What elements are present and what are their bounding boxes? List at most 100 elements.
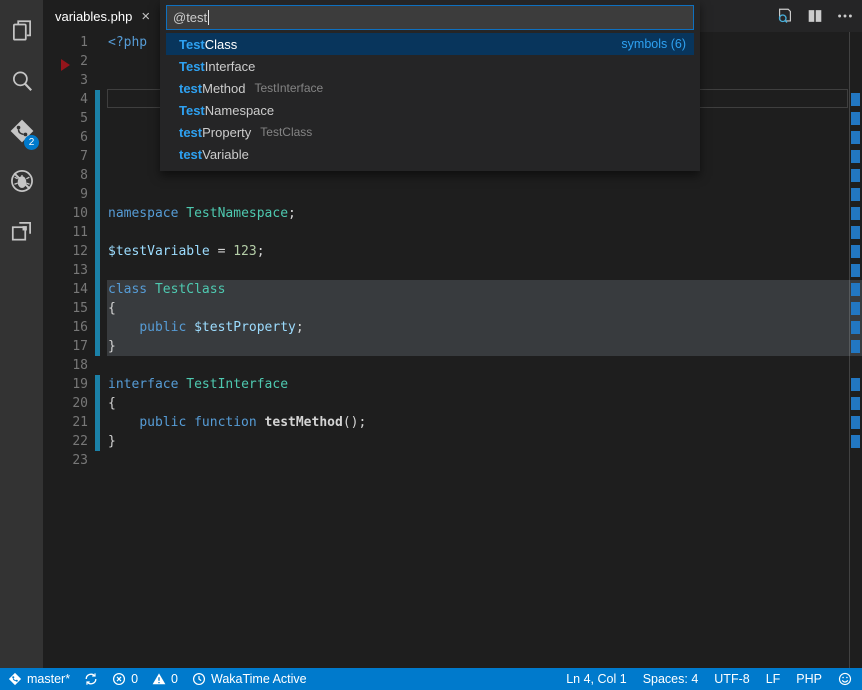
code-line-18[interactable]: 18 [43, 356, 862, 375]
symbol-results-list: TestClasssymbols (6)TestInterfacetestMet… [166, 33, 694, 165]
status-item-cursor-position[interactable]: Ln 4, Col 1 [566, 668, 626, 690]
code-line-13[interactable]: 13 [43, 261, 862, 280]
line-number: 18 [43, 358, 88, 373]
code-line-19[interactable]: 19interface TestInterface [43, 375, 862, 394]
status-item-label: LF [766, 672, 781, 686]
status-item-wakatime[interactable]: WakaTime Active [192, 668, 307, 690]
status-item-label: UTF-8 [714, 672, 749, 686]
line-number: 22 [43, 434, 88, 449]
status-item-eol[interactable]: LF [766, 668, 781, 690]
status-item-encoding[interactable]: UTF-8 [714, 668, 749, 690]
code-line-10[interactable]: 10namespace TestNamespace; [43, 204, 862, 223]
line-content: { [108, 396, 116, 411]
overview-ruler-modified-mark [851, 207, 860, 220]
symbol-container-label: TestClass [260, 125, 312, 139]
activity-bar-item-extensions[interactable] [0, 206, 43, 256]
code-line-23[interactable]: 23 [43, 451, 862, 470]
quick-open-input[interactable]: @test [166, 5, 694, 30]
activity-bar-item-search[interactable] [0, 56, 43, 106]
overview-ruler-modified-mark [851, 150, 860, 163]
line-number: 9 [43, 187, 88, 202]
symbol-result-testMethod[interactable]: testMethodTestInterface [166, 77, 694, 99]
activity-bar-item-debug[interactable] [0, 156, 43, 206]
symbols-count-badge: symbols (6) [621, 37, 686, 51]
status-item-errors[interactable]: 0 [112, 668, 138, 690]
line-number: 16 [43, 320, 88, 335]
status-bar-right: Ln 4, Col 1 Spaces: 4 UTF-8 LF PHP [566, 668, 852, 690]
status-item-git-branch[interactable]: master* [8, 668, 70, 690]
status-item-sync[interactable] [84, 668, 98, 690]
overview-ruler-modified-mark [851, 226, 860, 239]
status-bar: master* 0 0 WakaTime Active Ln 4, Col 1 Spac… [0, 668, 862, 690]
overview-ruler-border [849, 32, 850, 668]
code-line-22[interactable]: 22} [43, 432, 862, 451]
status-item-label: 0 [171, 672, 178, 686]
overview-ruler-modified-mark [851, 378, 860, 391]
overview-ruler-modified-mark [851, 397, 860, 410]
status-item-label: Ln 4, Col 1 [566, 672, 626, 686]
line-content: $testVariable = 123; [108, 244, 265, 259]
symbol-result-TestInterface[interactable]: TestInterface [166, 55, 694, 77]
overview-ruler-modified-mark [851, 302, 860, 315]
editor-title-actions [774, 0, 856, 32]
status-item-label: Spaces: 4 [643, 672, 699, 686]
code-line-20[interactable]: 20 { [43, 394, 862, 413]
git-icon [8, 672, 22, 686]
close-icon[interactable]: × [141, 9, 150, 24]
status-item-label: master* [27, 672, 70, 686]
line-content: { [108, 301, 116, 316]
tab-variables-php[interactable]: variables.php × [43, 0, 162, 32]
ellipsis-icon [836, 7, 854, 25]
warning-icon [152, 672, 166, 686]
code-line-12[interactable]: 12$testVariable = 123; [43, 242, 862, 261]
code-line-16[interactable]: 16 public $testProperty; [43, 318, 862, 337]
error-icon [112, 672, 126, 686]
activity-bar-item-explorer[interactable] [0, 6, 43, 56]
text-caret [208, 10, 209, 25]
code-line-9[interactable]: 9 [43, 185, 862, 204]
find-doc-icon [776, 7, 794, 25]
status-item-label: 0 [131, 672, 138, 686]
status-item-label: WakaTime Active [211, 672, 307, 686]
status-item-indentation[interactable]: Spaces: 4 [643, 668, 699, 690]
symbol-label: testVariable [179, 147, 249, 162]
symbol-result-testProperty[interactable]: testProperty TestClass [166, 121, 694, 143]
line-content: class TestClass [108, 282, 225, 297]
code-line-17[interactable]: 17} [43, 337, 862, 356]
split-editor-button[interactable] [804, 5, 826, 27]
symbol-result-TestClass[interactable]: TestClasssymbols (6) [166, 33, 694, 55]
overview-ruler-modified-mark [851, 264, 860, 277]
symbol-result-testVariable[interactable]: testVariable [166, 143, 694, 165]
code-line-14[interactable]: 14 class TestClass [43, 280, 862, 299]
line-content: } [108, 434, 116, 449]
symbol-label: TestInterface [179, 59, 255, 74]
status-item-language-mode[interactable]: PHP [796, 668, 822, 690]
line-number: 15 [43, 301, 88, 316]
overview-ruler-modified-mark [851, 131, 860, 144]
line-number: 20 [43, 396, 88, 411]
code-line-15[interactable]: 15 { [43, 299, 862, 318]
code-line-11[interactable]: 11 [43, 223, 862, 242]
line-number: 14 [43, 282, 88, 297]
code-line-21[interactable]: 21 public function testMethod(); [43, 413, 862, 432]
more-actions-button[interactable] [834, 5, 856, 27]
symbol-result-TestNamespace[interactable]: TestNamespace [166, 99, 694, 121]
symbol-container-label: TestInterface [255, 81, 324, 95]
status-item-label: PHP [796, 672, 822, 686]
line-number: 2 [43, 54, 88, 69]
line-content: } [108, 339, 116, 354]
split-editor-icon [806, 7, 824, 25]
activity-bar-item-source-control[interactable]: 2 [0, 106, 43, 156]
find-in-file-button[interactable] [774, 5, 796, 27]
status-item-feedback[interactable] [838, 668, 852, 690]
smiley-icon [838, 672, 852, 686]
line-number: 1 [43, 35, 88, 50]
tab-label: variables.php [55, 9, 132, 24]
symbol-label: testProperty [179, 125, 251, 140]
line-number: 19 [43, 377, 88, 392]
overview-ruler-modified-mark [851, 416, 860, 429]
symbol-label: TestNamespace [179, 103, 274, 118]
line-number: 11 [43, 225, 88, 240]
line-number: 7 [43, 149, 88, 164]
status-item-warnings[interactable]: 0 [152, 668, 178, 690]
